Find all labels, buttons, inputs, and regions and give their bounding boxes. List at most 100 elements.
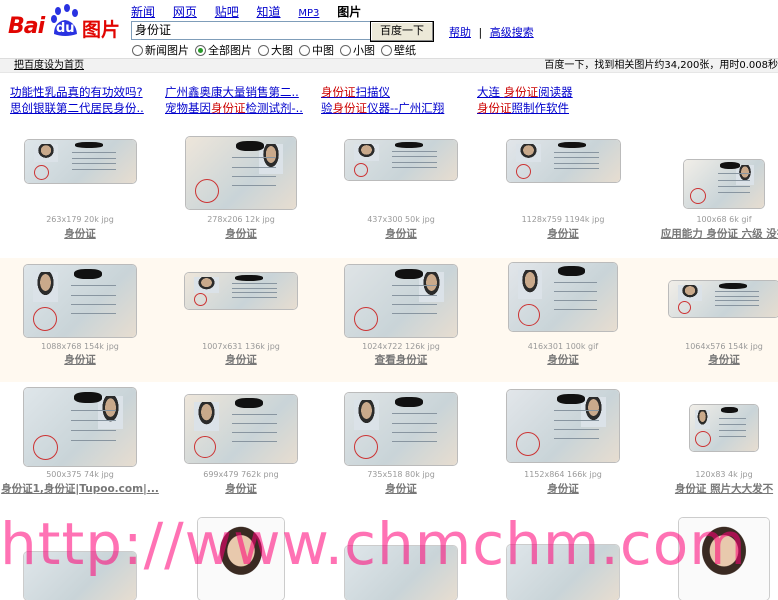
ad-link[interactable]: 宠物基因身份证检测试剂-.. [165,100,303,116]
set-homepage-link[interactable]: 把百度设为首页 [14,59,84,72]
id-card-thumbnail[interactable] [185,395,297,463]
redaction-bar [557,142,586,148]
id-card-thumbnail[interactable] [24,388,136,466]
image-meta: 1128x759 1194k jpg [521,215,605,224]
card-text-line [392,441,437,442]
card-text-line [715,300,759,301]
seal-stamp [690,188,706,204]
radio-wallpaper[interactable]: 壁纸 [381,42,416,58]
radio-label: 壁纸 [394,44,416,57]
ad-link[interactable]: 验身份证仪器--广州汇翔 [321,100,444,116]
ad-link[interactable]: 功能性乳品真的有功效吗? [10,84,144,100]
radio-large[interactable]: 大图 [258,42,293,58]
portrait-photo [678,285,702,301]
card-text-line [553,168,599,169]
radio-news-images[interactable]: 新闻图片 [132,42,189,58]
redaction-bar [395,269,423,279]
image-meta: 1088x768 154k jpg [41,342,119,351]
advanced-search-link[interactable]: 高级搜索 [490,26,534,39]
id-card-thumbnail[interactable] [669,281,778,317]
image-caption-link[interactable]: 身份证 [483,481,643,496]
nav-news[interactable]: 新闻 [131,5,155,19]
image-caption-link[interactable]: 查看身份证 [321,352,481,367]
search-button[interactable]: 百度一下 [370,21,434,42]
card-text-line [232,441,277,442]
nav-web[interactable]: 网页 [173,5,197,19]
help-link[interactable]: 帮助 [449,26,471,39]
baidu-logo[interactable]: Bai du 图片 [6,4,124,41]
ad-link[interactable]: 身份证照制作软件 [477,100,573,116]
radio-small[interactable]: 小图 [340,42,375,58]
seal-stamp [194,293,207,306]
card-text-line [392,423,437,424]
card-text-line [718,173,750,174]
id-card-thumbnail[interactable] [509,263,617,331]
radio-icon [299,44,310,56]
ad-column-4: 大连 身份证阅读器 身份证照制作软件 [477,84,573,116]
card-text-line [232,185,276,186]
card-text-line [71,152,116,153]
card-text-line [71,410,116,411]
image-caption-link[interactable]: 身份证 [161,226,321,241]
id-card-thumbnail[interactable] [506,140,620,182]
id-card-thumbnail[interactable] [185,273,297,309]
id-card-thumbnail[interactable] [24,265,136,337]
radio-medium[interactable]: 中图 [299,42,334,58]
image-caption-link[interactable]: 身份证 [644,352,778,367]
ad-link[interactable]: 广州鑫奥康大量销售第二.. [165,84,303,100]
seal-stamp [33,435,58,460]
image-caption-link[interactable]: 应用能力 身份证 六级 没有 [644,226,778,241]
image-caption-link[interactable]: 身份证 [161,352,321,367]
nav-mp3[interactable]: MP3 [298,8,319,19]
card-text-line [232,167,276,168]
card-text-line [392,285,437,286]
seal-stamp [33,165,49,180]
id-card-thumbnail[interactable] [690,405,758,451]
redaction-bar [236,141,264,151]
ad-link[interactable]: 身份证扫描仪 [321,84,444,100]
card-text-line [232,292,277,293]
ad-link[interactable]: 大连 身份证阅读器 [477,84,573,100]
image-caption-link[interactable]: 身份证 [483,226,643,241]
portrait-photo [518,270,542,299]
image-caption-link[interactable]: 身份证 [483,352,643,367]
ad-column-3: 身份证扫描仪 验身份证仪器--广州汇翔 [321,84,444,116]
ad-link[interactable]: 思创银联第二代居民身份.. [10,100,144,116]
radio-all-images[interactable]: 全部图片 [195,42,252,58]
id-card-thumbnail[interactable] [345,393,457,465]
image-caption-link[interactable]: 身份证 照片大大发不 [644,481,778,496]
nav-zhidao[interactable]: 知道 [257,5,281,19]
image-caption-link[interactable]: 身份证 [0,226,160,241]
card-text-line [232,414,277,415]
image-meta: 500x375 74k jpg [46,470,114,479]
card-text-line [715,291,759,292]
id-card-thumbnail[interactable] [24,140,136,183]
image-caption-link[interactable]: 身份证 [161,481,321,496]
card-text-line [232,157,276,158]
portrait-photo [33,272,58,302]
id-card-thumbnail[interactable] [345,140,457,180]
card-text-line [719,424,746,425]
image-caption-link[interactable]: 身份证 [321,481,481,496]
id-card-thumbnail[interactable] [186,137,296,209]
radio-label: 全部图片 [208,44,252,57]
image-meta: 278x206 12k jpg [207,215,275,224]
id-card-thumbnail[interactable] [684,160,764,208]
card-text-line [232,283,277,284]
search-input[interactable]: 身份证 [131,21,374,40]
redaction-bar [721,407,738,413]
portrait-photo [194,402,219,431]
id-card-thumbnail[interactable] [507,390,619,462]
image-caption-link[interactable]: 身份证 [321,226,481,241]
nav-tieba[interactable]: 贴吧 [215,5,239,19]
query-highlight: 身份证 [332,101,368,115]
image-caption-link[interactable]: 身份证 [0,352,160,367]
seal-stamp [516,432,540,456]
id-card-thumbnail[interactable] [345,265,457,337]
card-text-line [554,282,597,283]
redaction-bar [557,394,585,404]
ad-column-2: 广州鑫奥康大量销售第二.. 宠物基因身份证检测试剂-.. [165,84,303,116]
image-meta: 437x300 50k jpg [367,215,435,224]
image-caption-link[interactable]: 身份证1,身份证|Tupoo.com|... [0,481,160,496]
portrait-photo [354,400,379,430]
